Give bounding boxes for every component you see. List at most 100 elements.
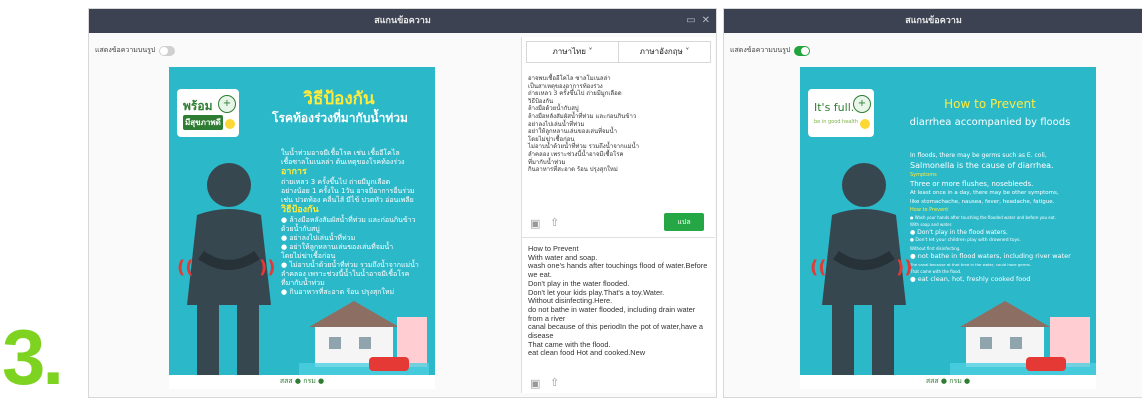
poster-body-line: วิธีป้องกัน (281, 205, 319, 215)
source-text-line: ลำคลอง เพราะช่วงนี้น้ำอาจมีเชื้อโรค (528, 150, 624, 158)
translated-text-line: That came with the flood. (528, 340, 611, 349)
poster-body-line: ● ล้างมือหลังสัมผัสน้ำที่ท่วม และก่อนกิน… (281, 216, 416, 224)
smile-icon (225, 119, 235, 129)
language-selector: ภาษาไทย ˅ ภาษาอังกฤษ ˅ (526, 41, 711, 63)
smile-icon (860, 119, 870, 129)
window-title: สแกนข้อความ (905, 16, 962, 26)
window-titlebar: สแกนข้อความ ▭ ✕ (89, 9, 716, 33)
poster-logo: พร้อม มีสุขภาพดี + (177, 89, 239, 137)
poster-body-line: โดยไม่ฆ่าเชื้อก่อน (281, 252, 336, 260)
copy-icon[interactable]: ▣ (530, 217, 540, 230)
poster-title: วิธีป้องกัน (303, 89, 375, 109)
translated-text-line: Don't let your kids play.That's a toy.Wa… (528, 288, 665, 297)
poster-body-line: like stomachache, nausea, fever, headach… (910, 198, 1055, 205)
poster-body-line: At least once in a day, there may be oth… (910, 190, 1059, 196)
source-text-line: ไม่อาบน้ำด้วยน้ำที่ท่วม รวมถึงน้ำจากแม่น… (528, 143, 640, 151)
poster-body-line: ● Wash your hands after touching the flo… (910, 215, 1057, 220)
poster-body-line: ● Don't play in the flood waters. (910, 229, 1008, 236)
logo-subtext: be in good health (814, 119, 858, 125)
source-text-line: ที่มากับน้ำท่วม (528, 158, 566, 166)
house-illustration (950, 301, 1096, 377)
target-language-dropdown[interactable]: ภาษาอังกฤษ ˅ (619, 42, 710, 62)
show-text-toggle[interactable] (794, 45, 811, 56)
poster-body-line: ลำคลอง เพราะช่วงนี้น้ำในน้ำอาจมีเชื้อโรค (281, 270, 410, 278)
translated-text-line: Don't play in the water flooded. (528, 279, 630, 288)
poster-body-line: ถ่ายเหลว 3 ครั้งขึ้นไป ถ่ายมีมูกเลือด (281, 178, 391, 186)
translated-text-line: do not bathe in water flooded, including… (528, 305, 696, 314)
poster-body-line: With soap and water. (910, 222, 953, 227)
scan-window-original: สแกนข้อความ ▭ ✕ แสดงข้อความบนรูป พร้อม มี… (88, 8, 717, 398)
copy-icon[interactable]: ▣ (530, 377, 540, 390)
poster-body-line: ด้วยน้ำกับสบู่ (281, 225, 320, 233)
poster-body-line: ● อย่าให้ลูกหลานเล่นของเล่นที่จมน้ำ (281, 243, 394, 251)
poster-body: ในน้ำท่วมอาจมีเชื้อโรค เช่น เชื้ออีโคไลเ… (281, 149, 431, 297)
poster-body-line: Symptoms (910, 172, 937, 178)
health-badge-icon: + (853, 95, 871, 113)
pain-wave-icon: (( (810, 257, 827, 278)
poster-subtitle: โรคท้องร่วงที่มากับน้ำท่วม (272, 111, 408, 125)
poster-body-line: อาการ (281, 167, 307, 177)
car-illustration (369, 357, 409, 371)
toggle-knob (160, 46, 169, 55)
poster-body: In floods, there may be germs such as E.… (910, 151, 1092, 285)
translated-text-line: we eat. (528, 271, 552, 280)
poster-title: How to Prevent (944, 97, 1036, 111)
share-icon[interactable]: ⇧ (550, 376, 559, 389)
translated-text-line: With water and soap. (528, 253, 598, 262)
toggle-label: แสดงข้อความบนรูป (95, 46, 156, 54)
poster-body-line: เช่น ปวดท้อง คลื่นไส้ มีไข้ ปวดหัว อ่อนเ… (281, 196, 414, 204)
source-text-line: ล้างมือด้วยน้ำกับสบู่ (528, 105, 579, 113)
window-titlebar: สแกนข้อความ (724, 9, 1142, 33)
step-number: 3. (2, 313, 64, 401)
pane-divider (522, 237, 715, 238)
close-icon[interactable]: ✕ (702, 15, 710, 26)
poster-image-translated: It's full. be in good health + How to Pr… (800, 67, 1096, 389)
translated-text-area[interactable]: How to Prevent With water and soap. wash o… (528, 245, 708, 358)
translated-text-line: eat clean food Hot and cooked.New (528, 349, 646, 358)
source-text-line: กินอาหารที่สะอาด ร้อน ปรุงสุกใหม่ (528, 166, 618, 174)
pain-wave-icon: )) (896, 257, 913, 278)
toggle-knob (801, 46, 810, 55)
source-text-line: ล้างมือหลังสัมผัสน้ำที่ท่วม และก่อนกินข้… (528, 112, 637, 120)
minimize-icon[interactable]: ▭ (686, 15, 695, 26)
poster-subtitle: diarrhea accompanied by floods (909, 117, 1071, 128)
translated-text-line: canal because of this periodIn the pot o… (528, 323, 704, 332)
poster-image: พร้อม มีสุขภาพดี + วิธีป้องกัน โรคท้องร่… (169, 67, 435, 389)
poster-body-line: Three or more flushes, nosebleeds. (910, 180, 1034, 188)
share-icon[interactable]: ⇧ (550, 216, 559, 229)
poster-body-line: ● กินอาหารที่สะอาด ร้อน ปรุงสุกใหม่ (281, 288, 395, 296)
poster-body-line: ที่มากับน้ำท่วม (281, 279, 325, 287)
show-text-toggle[interactable] (159, 45, 176, 56)
poster-footer-logos: สสส ● กรม ● (279, 377, 325, 385)
source-language-dropdown[interactable]: ภาษาไทย ˅ (527, 42, 619, 62)
source-text-line: อย่าให้ลูกหลานเล่นของเล่นที่จมน้ำ (528, 128, 617, 136)
poster-body-line: ● อย่าลงไปเล่นน้ำที่ท่วม (281, 234, 356, 242)
poster-body-line: In floods, there may be germs such as E.… (910, 152, 1047, 159)
logo-text: พร้อม (183, 99, 213, 113)
poster-body-line: Salmonella is the cause of diarrhea. (910, 161, 1054, 170)
health-badge-icon: + (218, 95, 236, 113)
translator-pane: ภาษาไทย ˅ ภาษาอังกฤษ ˅ อาจพบเชื้ออีโคไล … (521, 37, 715, 393)
poster-body-line: That came with the flood. (910, 269, 962, 274)
source-text-line: ถ่ายเหลว 3 ครั้งขึ้นไป ถ่ายมีมูกเลือด (528, 90, 622, 98)
source-text-area[interactable]: อาจพบเชื้ออีโคไล ซาลโมเนลล่า เป็นสาเหตุขอ… (528, 75, 708, 174)
poster-body-line: The canal because at that time in the wa… (910, 262, 1031, 267)
translate-button[interactable]: แปล (664, 213, 704, 231)
poster-body-line: ● Don't let your children play with drow… (910, 238, 1021, 243)
poster-logo: It's full. be in good health + (808, 89, 874, 137)
logo-subtext: มีสุขภาพดี (183, 115, 223, 130)
poster-body-line: ในน้ำท่วมอาจมีเชื้อโรค เช่น เชื้ออีโคไล (281, 149, 400, 157)
car-illustration (1026, 357, 1066, 371)
poster-body-line: ● not bathe in flood waters, including r… (910, 251, 1071, 260)
poster-body-line: เชื้อซาลโมเนลล่า ต้นเหตุของโรคท้องร่วง (281, 158, 405, 166)
poster-body-line: ● ไม่อาบน้ำด้วยน้ำที่ท่วม รวมถึงน้ำจากแม… (281, 261, 419, 269)
show-text-toggle-row: แสดงข้อความบนรูป (95, 45, 176, 56)
house-illustration (299, 301, 429, 377)
show-text-toggle-row: แสดงข้อความบนรูป (730, 45, 811, 56)
translated-text-line: disease (528, 332, 554, 341)
poster-body-line: Without first disinfecting. (910, 245, 961, 251)
scan-window-translated: สแกนข้อความ แสดงข้อความบนรูป It's full. … (723, 8, 1142, 398)
poster-body-line: อย่างน้อย 1 ครั้งใน 1วัน อาจมีอาการอื่นร… (281, 187, 415, 195)
toggle-label: แสดงข้อความบนรูป (730, 46, 791, 54)
source-text-line: อาจพบเชื้ออีโคไล ซาลโมเนลล่า (528, 75, 611, 82)
